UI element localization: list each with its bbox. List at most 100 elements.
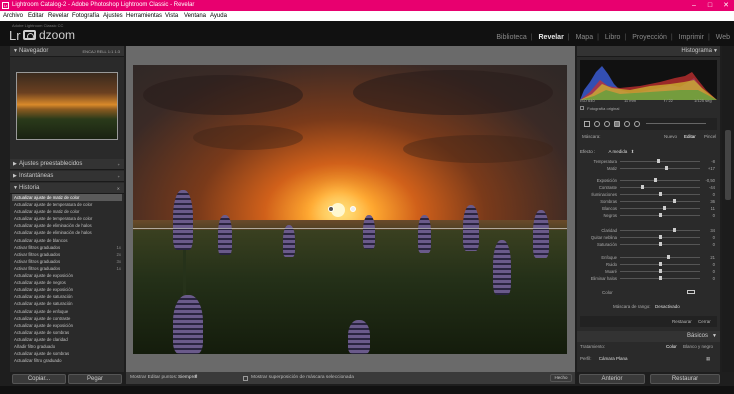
done-button[interactable]: Hecho	[550, 374, 572, 382]
slider-track[interactable]	[620, 187, 700, 188]
history-item[interactable]: Actualizar ajuste de saturación	[12, 300, 122, 307]
slider-track[interactable]	[620, 168, 700, 169]
slider-knob[interactable]	[665, 166, 669, 170]
menu-ajustes[interactable]: Ajustes	[103, 11, 123, 21]
reset-button[interactable]: Restaurar	[650, 374, 720, 384]
slider-value[interactable]: 0	[701, 268, 715, 275]
tool-slider[interactable]	[646, 123, 706, 124]
module-libro[interactable]: Libro	[605, 34, 621, 41]
navigator-preview[interactable]	[16, 72, 118, 140]
slider-value[interactable]: 0	[701, 191, 715, 198]
minimize-icon[interactable]: –	[686, 0, 702, 11]
history-item[interactable]: Actualizar ajuste de exposición	[12, 272, 122, 279]
slider-knob[interactable]	[673, 199, 677, 203]
treatment-color[interactable]: Color	[666, 344, 677, 349]
history-item[interactable]: 1x Activar filtros graduados	[12, 265, 122, 272]
module-mapa[interactable]: Mapa	[576, 34, 594, 41]
slider-knob[interactable]	[667, 255, 670, 259]
add-snapshot-icon[interactable]: +	[118, 171, 120, 182]
history-item[interactable]: 3x Activar filtros graduados	[12, 258, 122, 265]
slider-knob[interactable]	[659, 192, 662, 196]
history-item[interactable]: 1x Activar filtros graduados	[12, 244, 122, 251]
menu-archivo[interactable]: Archivo	[3, 11, 23, 21]
zoom-encaj[interactable]: ENCAJ	[83, 49, 96, 54]
history-item[interactable]: Actualizar ajuste de temperatura de colo…	[12, 215, 122, 222]
slider-value[interactable]: 0	[701, 212, 715, 219]
close-icon[interactable]: ✕	[718, 0, 734, 11]
paste-button[interactable]: Pegar	[68, 374, 122, 384]
history-item[interactable]: Actualizar ajuste de enfoque	[12, 308, 122, 315]
slider-knob[interactable]	[659, 269, 662, 273]
menu-vista[interactable]: Vista	[165, 11, 178, 21]
graduated-filter-pin[interactable]	[328, 206, 334, 212]
slider-value[interactable]: -8	[701, 158, 715, 165]
range-mask-select[interactable]: Desactivado	[655, 304, 680, 309]
history-item[interactable]: Actualizar ajuste de temperatura de colo…	[12, 201, 122, 208]
previous-button[interactable]: Anterior	[579, 374, 645, 384]
mask-new[interactable]: Nuevo	[664, 134, 677, 139]
history-item[interactable]: Actualizar ajuste de sombras	[12, 329, 122, 336]
slider-track[interactable]	[620, 180, 700, 181]
slider-value[interactable]: 36	[701, 198, 715, 205]
slider-value[interactable]: 34	[701, 227, 715, 234]
zoom-1-1[interactable]: 1:1	[108, 49, 114, 54]
slider-knob[interactable]	[663, 206, 666, 210]
effect-select[interactable]: A medida	[609, 149, 628, 154]
profile-select[interactable]: Cámara Plana	[599, 356, 628, 361]
slider-knob[interactable]	[656, 159, 660, 163]
graduated-filter-pin-active[interactable]	[350, 206, 356, 212]
slider-value[interactable]: 0	[701, 241, 715, 248]
profile-browser-icon[interactable]: ▦	[706, 356, 710, 362]
mask-restore[interactable]: Restaurar	[672, 319, 692, 324]
history-item[interactable]: Actualizar ajuste de exposición	[12, 322, 122, 329]
image-canvas[interactable]	[126, 46, 575, 372]
slider-knob[interactable]	[659, 213, 662, 217]
slider-value[interactable]: 11	[701, 205, 715, 212]
presets-header[interactable]: ▶ Ajustes preestablecidos +	[10, 159, 124, 170]
spot-removal-icon[interactable]	[594, 121, 600, 127]
adjustment-brush-icon[interactable]	[634, 121, 640, 127]
graduated-filter-line[interactable]	[133, 228, 567, 229]
module-biblioteca[interactable]: Biblioteca	[496, 34, 526, 41]
graduated-filter-icon[interactable]	[614, 121, 620, 127]
slider-track[interactable]	[620, 230, 700, 231]
history-item[interactable]: Actualizar ajuste de saturación	[12, 293, 122, 300]
slider-value[interactable]: 0	[701, 275, 715, 282]
slider-value[interactable]: 21	[701, 254, 715, 261]
menu-ventana[interactable]: Ventana	[184, 11, 206, 21]
menu-fotografia[interactable]: Fotografía	[72, 11, 99, 21]
main-photo[interactable]	[133, 65, 567, 354]
right-scrollbar[interactable]	[722, 46, 734, 372]
slider-knob[interactable]	[659, 242, 662, 246]
zoom-rell[interactable]: RELL	[97, 49, 107, 54]
color-swatch[interactable]	[687, 290, 695, 294]
slider-knob[interactable]	[659, 262, 662, 266]
original-photo-toggle[interactable]: Fotografía original	[580, 106, 619, 111]
slider-value[interactable]: -0,50	[701, 177, 715, 184]
history-item[interactable]: Actualizar ajuste de contraste	[12, 315, 122, 322]
module-web[interactable]: Web	[716, 34, 730, 41]
copy-button[interactable]: Copiar...	[12, 374, 66, 384]
module-imprimir[interactable]: Imprimir	[679, 34, 704, 41]
history-item[interactable]: Actualizar filtro graduado	[12, 357, 122, 364]
mask-brush[interactable]: Pincel	[704, 134, 716, 139]
module-revelar[interactable]: Revelar	[539, 34, 564, 41]
slider-value[interactable]: -44	[701, 184, 715, 191]
history-item[interactable]: Actualizar ajuste de matiz de color	[12, 208, 122, 215]
slider-track[interactable]	[620, 257, 700, 258]
slider-knob[interactable]	[659, 276, 662, 280]
history-item[interactable]: Actualizar ajuste de eliminación de halo…	[12, 222, 122, 229]
history-item[interactable]: Actualizar ajuste de claridad	[12, 336, 122, 343]
mask-close[interactable]: Cerrar	[698, 319, 711, 324]
history-item[interactable]: Actualizar ajuste de exposición	[12, 286, 122, 293]
slider-track[interactable]	[620, 208, 700, 209]
slider-value[interactable]: 0	[701, 261, 715, 268]
grid-crop-icon[interactable]	[584, 121, 590, 127]
scrollbar-thumb[interactable]	[725, 130, 731, 200]
menu-editar[interactable]: Editar	[28, 11, 44, 21]
maximize-icon[interactable]: □	[702, 0, 718, 11]
zoom-1-3[interactable]: 1:3	[114, 49, 120, 54]
radial-filter-icon[interactable]	[624, 121, 630, 127]
history-item[interactable]: Actualizar ajuste de negros	[12, 279, 122, 286]
red-eye-icon[interactable]	[604, 121, 610, 127]
